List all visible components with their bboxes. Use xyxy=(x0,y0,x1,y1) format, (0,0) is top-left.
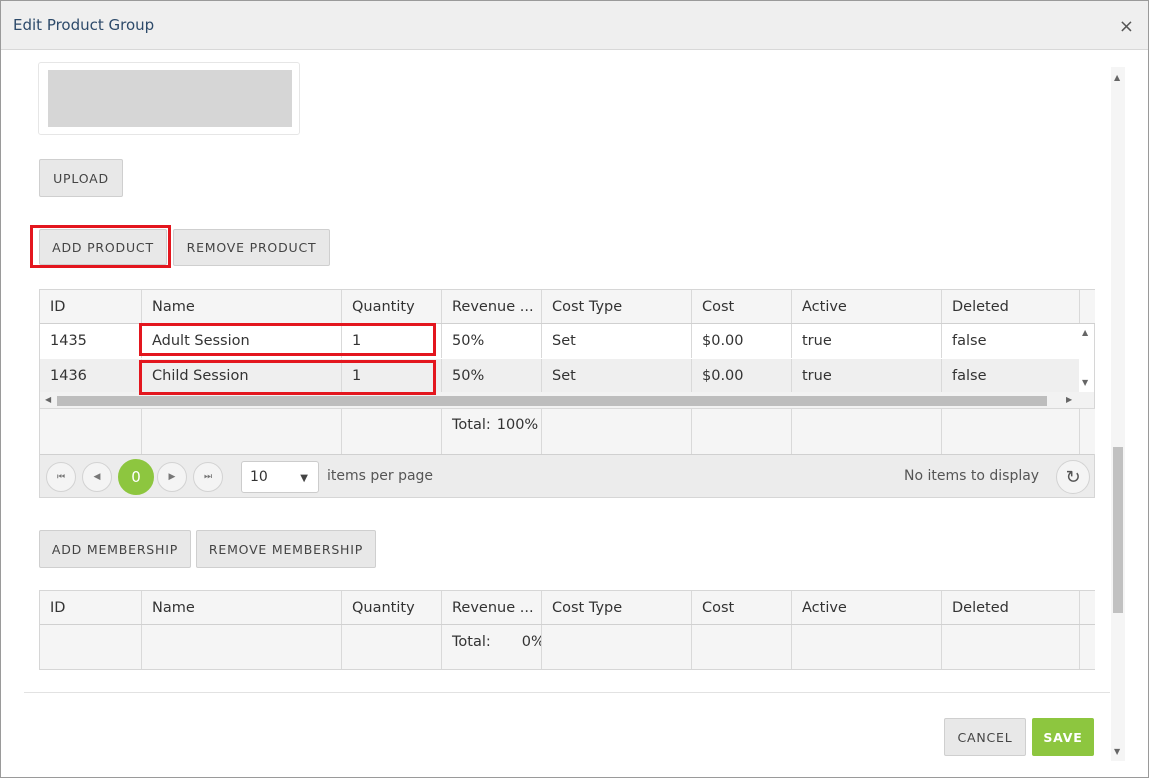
remove-membership-button[interactable]: REMOVE MEMBERSHIP xyxy=(196,530,376,568)
scroll-up-icon[interactable]: ▲ xyxy=(1114,73,1120,82)
scroll-left-icon[interactable]: ◀ xyxy=(45,395,51,404)
col-header-quantity[interactable]: Quantity xyxy=(341,290,441,323)
cell-cost-type: Set xyxy=(541,324,691,358)
col-header-cost-type[interactable]: Cost Type xyxy=(541,290,691,323)
footer-divider xyxy=(24,692,1110,693)
remove-product-button[interactable]: REMOVE PRODUCT xyxy=(173,229,330,266)
close-icon[interactable]: × xyxy=(1119,18,1134,36)
prev-page-icon[interactable]: ◀ xyxy=(82,462,112,492)
products-footer-row: Total: 100% xyxy=(40,408,1095,454)
image-placeholder xyxy=(48,70,292,127)
row-1436-highlight xyxy=(139,360,436,395)
row-1435-highlight xyxy=(139,323,436,356)
col-header-name[interactable]: Name xyxy=(141,290,341,323)
col-header-deleted[interactable]: Deleted xyxy=(941,591,1079,624)
current-page[interactable]: 0 xyxy=(118,459,154,495)
footer-cell xyxy=(40,409,141,454)
chevron-down-icon: ▼ xyxy=(300,473,308,484)
total-value: 0% xyxy=(521,634,541,650)
revenue-total: Total: 100% xyxy=(441,409,541,454)
page-size-select[interactable]: 10 ▼ xyxy=(241,461,319,493)
products-header-row: ID Name Quantity Revenue ... Cost Type C… xyxy=(40,290,1095,324)
cancel-button[interactable]: CANCEL xyxy=(944,718,1026,756)
col-header-deleted[interactable]: Deleted xyxy=(941,290,1079,323)
footer-cell xyxy=(691,625,791,669)
upload-button[interactable]: UPLOAD xyxy=(39,159,123,197)
products-pager: ⏮ ◀ 0 ▶ ⏭ 10 ▼ items per page No items t… xyxy=(40,454,1094,497)
header-scroll-pad xyxy=(1079,290,1095,323)
edit-product-group-dialog: Edit Product Group × UPLOAD ADD PRODUCT … xyxy=(0,0,1149,778)
cell-revenue: 50% xyxy=(441,359,541,393)
next-page-icon[interactable]: ▶ xyxy=(157,462,187,492)
cell-cost: $0.00 xyxy=(691,324,791,358)
first-page-icon[interactable]: ⏮ xyxy=(46,462,76,492)
footer-cell xyxy=(141,409,341,454)
row-scroll-down-icon[interactable]: ▼ xyxy=(1082,378,1088,387)
col-header-cost[interactable]: Cost xyxy=(691,591,791,624)
footer-cell xyxy=(40,625,141,669)
col-header-quantity[interactable]: Quantity xyxy=(341,591,441,624)
col-header-cost-type[interactable]: Cost Type xyxy=(541,591,691,624)
footer-scroll-pad xyxy=(1079,409,1095,454)
refresh-icon[interactable]: ↻ xyxy=(1056,460,1090,494)
footer-cell xyxy=(541,625,691,669)
add-product-button[interactable]: ADD PRODUCT xyxy=(39,229,167,265)
total-label: Total: xyxy=(452,634,491,650)
footer-cell xyxy=(541,409,691,454)
items-per-page-label: items per page xyxy=(327,468,434,484)
col-header-cost[interactable]: Cost xyxy=(691,290,791,323)
memberships-footer-row: Total: 0% xyxy=(40,625,1095,669)
row-scroll-up-icon[interactable]: ▲ xyxy=(1082,328,1088,337)
vertical-scroll-thumb[interactable] xyxy=(1113,447,1123,613)
dialog-vertical-scrollbar[interactable]: ▲ ▼ xyxy=(1111,67,1125,761)
cell-deleted: false xyxy=(941,324,1079,358)
col-header-id[interactable]: ID xyxy=(40,591,141,624)
col-header-active[interactable]: Active xyxy=(791,591,941,624)
cell-revenue: 50% xyxy=(441,324,541,358)
footer-cell xyxy=(141,625,341,669)
footer-cell xyxy=(791,625,941,669)
col-header-name[interactable]: Name xyxy=(141,591,341,624)
col-header-id[interactable]: ID xyxy=(40,290,141,323)
revenue-total: Total: 0% xyxy=(441,625,541,669)
scroll-down-icon[interactable]: ▼ xyxy=(1114,747,1120,756)
add-membership-button[interactable]: ADD MEMBERSHIP xyxy=(39,530,191,568)
total-value: 100% xyxy=(496,417,539,433)
footer-cell xyxy=(691,409,791,454)
cell-cost: $0.00 xyxy=(691,359,791,393)
cell-id: 1436 xyxy=(50,368,87,384)
page-size-value: 10 xyxy=(250,469,268,485)
cell-active: true xyxy=(791,324,941,358)
col-header-active[interactable]: Active xyxy=(791,290,941,323)
col-header-revenue[interactable]: Revenue ... xyxy=(441,290,541,323)
footer-cell xyxy=(941,409,1079,454)
footer-cell xyxy=(341,409,441,454)
image-preview-card xyxy=(38,62,300,135)
dialog-title: Edit Product Group xyxy=(13,16,155,34)
memberships-header-row: ID Name Quantity Revenue ... Cost Type C… xyxy=(40,591,1095,625)
dialog-titlebar: Edit Product Group × xyxy=(1,1,1148,50)
horizontal-scroll-thumb[interactable] xyxy=(57,396,1047,406)
save-button[interactable]: SAVE xyxy=(1032,718,1094,756)
header-scroll-pad xyxy=(1079,591,1095,624)
cell-active: true xyxy=(791,359,941,393)
pager-status: No items to display xyxy=(904,468,1040,484)
cell-id: 1435 xyxy=(50,333,87,349)
memberships-grid: ID Name Quantity Revenue ... Cost Type C… xyxy=(39,590,1095,670)
cell-deleted: false xyxy=(941,359,1079,393)
scroll-right-icon[interactable]: ▶ xyxy=(1066,395,1072,404)
footer-cell xyxy=(941,625,1079,669)
footer-scroll-pad xyxy=(1079,625,1095,669)
last-page-icon[interactable]: ⏭ xyxy=(193,462,223,492)
cell-cost-type: Set xyxy=(541,359,691,393)
footer-cell xyxy=(341,625,441,669)
footer-cell xyxy=(791,409,941,454)
col-header-revenue[interactable]: Revenue ... xyxy=(441,591,541,624)
total-label: Total: xyxy=(452,417,491,433)
